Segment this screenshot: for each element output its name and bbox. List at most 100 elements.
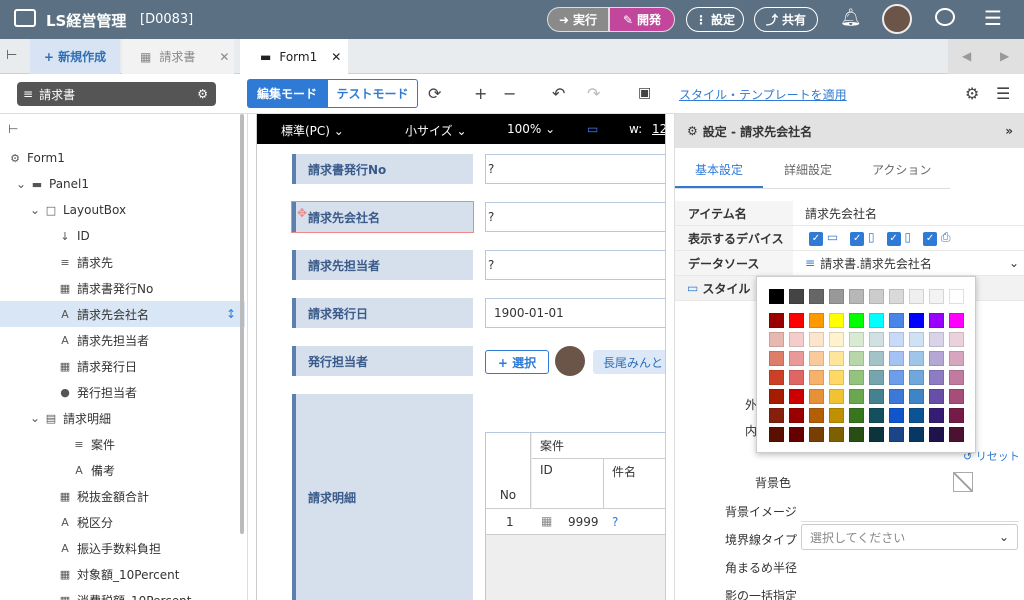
tree-node[interactable]: A 振込手数料負担	[0, 535, 245, 561]
field-input[interactable]: 1900-01-01	[485, 298, 665, 328]
color-swatch[interactable]	[769, 351, 784, 366]
color-swatch[interactable]	[869, 289, 884, 304]
tree-node[interactable]: ● 発行担当者	[0, 379, 245, 405]
color-swatch[interactable]	[869, 351, 884, 366]
color-swatch[interactable]	[909, 408, 924, 423]
zoom-select[interactable]: 100% ⌄	[507, 122, 555, 136]
color-swatch[interactable]	[849, 289, 864, 304]
resize-handle-icon[interactable]: ↕	[226, 307, 236, 321]
tree-collapse-icon[interactable]: ⊢	[8, 122, 18, 136]
tree-node[interactable]: ▦ 請求書発行No	[0, 275, 245, 301]
color-swatch[interactable]	[869, 408, 884, 423]
color-swatch[interactable]	[769, 332, 784, 347]
border-type-select[interactable]: 選択してください ⌄	[801, 524, 1018, 550]
tree-toggle-icon[interactable]: ⊢	[6, 48, 17, 63]
tree-node[interactable]: ⌄ ▤ 請求明細	[0, 405, 245, 431]
color-swatch[interactable]	[889, 427, 904, 442]
color-swatch[interactable]	[809, 427, 824, 442]
color-swatch[interactable]	[889, 332, 904, 347]
apply-template-link[interactable]: スタイル・テンプレートを適用	[679, 86, 847, 103]
color-swatch[interactable]	[809, 389, 824, 404]
item-name-input[interactable]: 請求先会社名	[793, 205, 877, 222]
color-swatch[interactable]	[849, 332, 864, 347]
color-swatch[interactable]	[929, 408, 944, 423]
color-swatch[interactable]	[829, 427, 844, 442]
device-phone-checkbox[interactable]: ✓ ▯	[886, 230, 911, 246]
chevron-down-icon[interactable]: ⌄	[30, 411, 40, 425]
color-swatch[interactable]	[949, 289, 964, 304]
tree-node[interactable]: ↓ ID	[0, 223, 245, 249]
color-swatch[interactable]	[789, 351, 804, 366]
color-swatch[interactable]	[769, 389, 784, 404]
test-mode-button[interactable]: テストモード	[327, 79, 418, 108]
datasource-select[interactable]: ≡ 請求書 ⚙	[17, 82, 216, 106]
undo-icon[interactable]: ↶	[552, 84, 565, 103]
color-swatch[interactable]	[869, 370, 884, 385]
color-swatch[interactable]	[869, 389, 884, 404]
color-swatch[interactable]	[829, 389, 844, 404]
color-swatch[interactable]	[929, 313, 944, 328]
tree-scrollbar[interactable]	[240, 114, 244, 534]
color-swatch[interactable]	[849, 351, 864, 366]
color-swatch[interactable]	[909, 389, 924, 404]
avatar[interactable]	[882, 4, 912, 34]
tree-node[interactable]: ▦ 対象額_10Percent	[0, 561, 245, 587]
move-handle-icon[interactable]: ✥	[297, 206, 307, 220]
color-swatch[interactable]	[909, 370, 924, 385]
color-swatch[interactable]	[849, 313, 864, 328]
dev-button[interactable]: ✎ 開発	[609, 7, 675, 32]
tree-node[interactable]: ⚙ Form1	[0, 145, 245, 171]
color-swatch[interactable]	[949, 313, 964, 328]
color-swatch[interactable]	[829, 313, 844, 328]
chevron-down-icon[interactable]: ⌄	[30, 203, 40, 217]
color-swatch[interactable]	[769, 408, 784, 423]
color-swatch[interactable]	[809, 313, 824, 328]
menu-icon[interactable]: ☰	[984, 6, 1002, 30]
tab-detail[interactable]: 詳細設定	[784, 161, 832, 178]
settings-gears-icon[interactable]: ⚙	[965, 84, 979, 103]
redo-icon[interactable]: ↷	[587, 84, 600, 103]
color-swatch[interactable]	[889, 389, 904, 404]
color-swatch[interactable]	[809, 289, 824, 304]
color-swatch[interactable]	[929, 351, 944, 366]
bell-icon[interactable]: 🔔︎	[840, 8, 862, 28]
color-swatch[interactable]	[909, 289, 924, 304]
scroll-right-icon[interactable]: ▶	[1000, 49, 1009, 63]
bg-image-input[interactable]	[801, 498, 1019, 522]
color-swatch[interactable]	[789, 408, 804, 423]
tab-new[interactable]: + 新規作成	[30, 39, 120, 74]
tree-node[interactable]: A 請求先担当者	[0, 327, 245, 353]
color-swatch[interactable]	[889, 408, 904, 423]
color-swatch[interactable]	[829, 289, 844, 304]
person-chip[interactable]: 長尾みんと	[593, 350, 665, 374]
color-swatch[interactable]	[949, 332, 964, 347]
color-swatch[interactable]	[889, 289, 904, 304]
device-icon[interactable]: ▭	[587, 122, 598, 136]
select-person-button[interactable]: + 選択	[485, 350, 549, 374]
chat-icon[interactable]	[935, 8, 955, 26]
color-swatch[interactable]	[789, 370, 804, 385]
field-input[interactable]: ?	[485, 202, 665, 232]
color-swatch[interactable]	[829, 408, 844, 423]
device-tablet-checkbox[interactable]: ✓ ▯	[850, 230, 875, 246]
color-swatch[interactable]	[809, 332, 824, 347]
bg-color-swatch[interactable]	[953, 472, 973, 492]
tab-action[interactable]: アクション	[872, 161, 931, 178]
color-swatch[interactable]	[929, 370, 944, 385]
color-swatch[interactable]	[789, 313, 804, 328]
color-swatch[interactable]	[929, 389, 944, 404]
tab-invoice[interactable]: ▦ 請求書 ✕	[122, 39, 234, 74]
close-icon[interactable]: ✕	[331, 50, 341, 64]
tree-node[interactable]: A 税区分	[0, 509, 245, 535]
color-swatch[interactable]	[809, 408, 824, 423]
color-swatch[interactable]	[789, 389, 804, 404]
tree-node[interactable]: ⌄ □ LayoutBox	[0, 197, 245, 223]
color-swatch[interactable]	[949, 370, 964, 385]
field-input[interactable]: ?	[485, 154, 665, 184]
device-size-select[interactable]: 標準(PC) ⌄	[281, 122, 344, 139]
color-swatch[interactable]	[929, 332, 944, 347]
chevron-down-icon[interactable]: ⌄	[1009, 256, 1019, 270]
color-swatch[interactable]	[869, 427, 884, 442]
width-value[interactable]: 12	[652, 122, 665, 136]
color-swatch[interactable]	[849, 389, 864, 404]
